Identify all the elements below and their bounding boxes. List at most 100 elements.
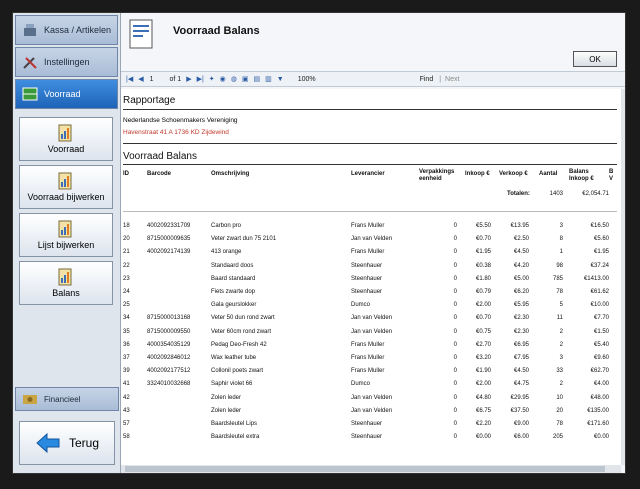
page-number[interactable]: 1 bbox=[150, 76, 154, 83]
cell-id: 18 bbox=[123, 223, 130, 229]
scrollbar-thumb[interactable] bbox=[125, 466, 605, 472]
voorraad-bijwerken-button[interactable]: Voorraad bijwerken bbox=[19, 165, 113, 209]
nav-tab-kassa[interactable]: Kassa / Artikelen bbox=[15, 15, 118, 45]
next-link[interactable]: Next bbox=[445, 76, 459, 83]
layout-icon[interactable]: ▤ bbox=[254, 75, 261, 83]
zoom-select[interactable]: 100% bbox=[298, 76, 316, 83]
horizontal-scrollbar[interactable] bbox=[121, 465, 621, 473]
divider bbox=[123, 164, 617, 165]
find-link[interactable]: Find bbox=[420, 76, 434, 83]
cell-bal: €61.62 bbox=[590, 289, 609, 295]
cell-qty: 98 bbox=[556, 262, 563, 269]
totals-balans: €2,054.71 bbox=[582, 191, 609, 197]
cell-unit: 0 bbox=[453, 275, 457, 282]
nav-tab-voorraad[interactable]: Voorraad bbox=[15, 79, 118, 109]
back-label: Terug bbox=[68, 436, 100, 450]
cell-supplier: Jan van Velden bbox=[351, 328, 393, 335]
cell-buy: €0.70 bbox=[475, 315, 491, 322]
cell-desc: Baardsleutel Lips bbox=[211, 421, 258, 427]
cell-unit: 0 bbox=[453, 223, 457, 229]
company-address: Havenstraat 41 A 1736 KD Zijdewind bbox=[123, 129, 229, 136]
column-header: Barcode bbox=[147, 171, 172, 177]
cell-buy: €2.00 bbox=[475, 302, 491, 309]
first-page-icon[interactable]: |◀ bbox=[126, 75, 133, 83]
cell-id: 42 bbox=[123, 394, 130, 401]
print-icon[interactable]: ▣ bbox=[242, 75, 249, 83]
cell-bal: €10.00 bbox=[590, 302, 609, 309]
next-page-icon[interactable]: ▶ bbox=[186, 75, 191, 83]
last-page-icon[interactable]: ▶| bbox=[197, 75, 204, 83]
nav-tab-financieel[interactable]: Financieel bbox=[15, 387, 119, 411]
report-viewer[interactable]: Rapportage Nederlandse Schoenmakers Vere… bbox=[121, 89, 621, 465]
cell-buy: €1.80 bbox=[475, 275, 491, 282]
cell-supplier: Steenhauer bbox=[351, 262, 383, 269]
column-header: Leverancier bbox=[351, 171, 385, 177]
cell-supplier: Steenhauer bbox=[351, 421, 383, 427]
back-button[interactable]: Terug bbox=[19, 421, 115, 465]
cell-bal: €135.00 bbox=[587, 407, 609, 414]
cell-buy: €5.50 bbox=[475, 223, 491, 229]
money-icon bbox=[23, 395, 37, 404]
chart-clipboard-icon bbox=[58, 124, 72, 142]
cell-id: 57 bbox=[123, 421, 130, 427]
cell-sell: €2.30 bbox=[513, 315, 529, 322]
cell-barcode: 8715000009635 bbox=[147, 236, 191, 243]
cell-buy: €0.38 bbox=[475, 262, 491, 269]
cell-sell: €4.20 bbox=[513, 262, 529, 269]
lijst-bijwerken-button[interactable]: Lijst bijwerken bbox=[19, 213, 113, 257]
cell-buy: €2.20 bbox=[475, 421, 491, 427]
cell-buy: €1.90 bbox=[475, 368, 491, 375]
cell-sell: €2.30 bbox=[513, 328, 529, 335]
cash-register-icon bbox=[24, 24, 36, 36]
button-label: Voorraad bbox=[47, 144, 85, 154]
export-icon[interactable]: ▼ bbox=[277, 76, 284, 83]
cell-qty: 3 bbox=[559, 223, 563, 229]
nav-tab-label: Financieel bbox=[44, 394, 81, 404]
cell-desc: Collonil poets zwart bbox=[211, 368, 264, 375]
cell-bal: €4.00 bbox=[593, 381, 609, 388]
cell-id: 43 bbox=[123, 407, 130, 414]
nav-tab-instellingen[interactable]: Instellingen bbox=[15, 47, 118, 77]
cell-bal: €62.70 bbox=[590, 368, 609, 375]
refresh-icon[interactable]: ◉ bbox=[220, 75, 226, 83]
cell-id: 23 bbox=[123, 275, 130, 282]
cell-qty: 2 bbox=[559, 381, 563, 388]
cell-supplier: Steenhauer bbox=[351, 434, 383, 441]
totals-aantal: 1403 bbox=[549, 191, 563, 197]
cell-id: 24 bbox=[123, 289, 130, 295]
toolbar-separator: | bbox=[439, 75, 442, 83]
cell-unit: 0 bbox=[453, 236, 457, 243]
report-document-icon bbox=[129, 19, 153, 49]
cell-bal: €1413.00 bbox=[583, 275, 609, 282]
ok-button[interactable]: OK bbox=[573, 51, 617, 67]
cell-qty: 78 bbox=[556, 421, 563, 427]
page-setup-icon[interactable]: ▥ bbox=[265, 75, 272, 83]
vertical-scrollbar[interactable] bbox=[621, 89, 625, 465]
balans-button[interactable]: Balans bbox=[19, 261, 113, 305]
cell-unit: 0 bbox=[453, 407, 457, 414]
cell-sell: €2.50 bbox=[513, 236, 529, 243]
app-window: Kassa / Artikelen Instellingen Voorraad … bbox=[12, 12, 626, 474]
cell-supplier: Jan van Velden bbox=[351, 407, 393, 414]
cell-qty: 1 bbox=[559, 249, 563, 256]
cell-qty: 2 bbox=[559, 341, 563, 348]
stop-icon[interactable]: ✦ bbox=[209, 75, 215, 83]
cell-sell: €5.00 bbox=[513, 275, 529, 282]
cell-desc: Baard standaard bbox=[211, 275, 256, 282]
button-label: Balans bbox=[52, 288, 80, 298]
button-label: Voorraad bijwerken bbox=[27, 192, 105, 202]
back-icon[interactable]: ◍ bbox=[231, 75, 237, 83]
nav-tab-label: Voorraad bbox=[44, 89, 81, 99]
cell-supplier: Frans Muller bbox=[351, 341, 385, 348]
cell-qty: 2 bbox=[559, 328, 563, 335]
cell-supplier: Jan van Velden bbox=[351, 394, 393, 401]
prev-page-icon[interactable]: ◀ bbox=[138, 75, 143, 83]
header: Voorraad Balans OK bbox=[121, 13, 625, 69]
voorraad-button[interactable]: Voorraad bbox=[19, 117, 113, 161]
cell-sell: €37.50 bbox=[510, 407, 529, 414]
cell-sell: €6.00 bbox=[513, 434, 529, 441]
cell-sell: €4.75 bbox=[513, 381, 529, 388]
cell-unit: 0 bbox=[453, 328, 457, 335]
cell-supplier: Frans Muller bbox=[351, 223, 385, 229]
cell-buy: €3.20 bbox=[475, 355, 491, 361]
